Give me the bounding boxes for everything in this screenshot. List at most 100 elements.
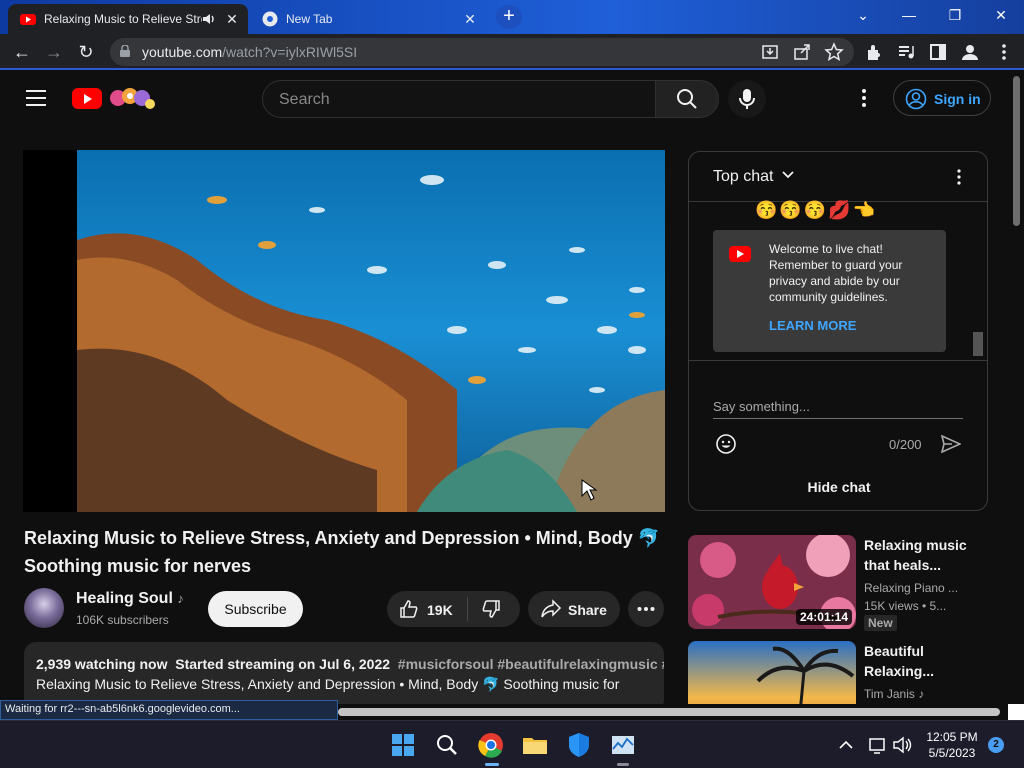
back-button[interactable]: ←	[10, 40, 34, 64]
forward-button[interactable]: →	[42, 40, 66, 64]
new-badge: New	[864, 615, 897, 631]
chat-emoji-message: 😚😚😚💋👈	[755, 200, 878, 220]
scrollbar-thumb[interactable]	[1013, 76, 1020, 226]
restore-button[interactable]: ❐	[932, 0, 978, 32]
close-tab-icon[interactable]: ✕	[224, 11, 240, 28]
search-button[interactable]	[655, 80, 719, 118]
youtube-icon	[729, 246, 751, 262]
tab-youtube[interactable]: Relaxing Music to Relieve Stress ✕	[8, 4, 248, 34]
chrome-icon	[262, 11, 278, 27]
youtube-doodle-logo[interactable]	[108, 84, 158, 112]
new-tab-button[interactable]: +	[496, 5, 522, 29]
video-title: Relaxing Music to Relieve Stress, Anxiet…	[24, 528, 661, 576]
video-player[interactable]	[23, 150, 665, 512]
install-icon[interactable]	[760, 42, 780, 62]
chat-input-area: Say something... 0/200 Hide chat	[689, 360, 987, 510]
show-hidden-icons-icon[interactable]	[836, 731, 856, 759]
chat-header: Top chat	[689, 152, 987, 202]
lock-icon[interactable]	[120, 45, 130, 57]
more-horizontal-icon	[637, 607, 655, 611]
network-icon[interactable]	[868, 731, 888, 759]
page-horizontal-scrollbar[interactable]	[338, 704, 1008, 718]
share-arrow-icon	[541, 599, 562, 618]
extensions-icon[interactable]	[864, 42, 884, 62]
tab-title: Relaxing Music to Relieve Stress	[44, 12, 202, 26]
share-button[interactable]: Share	[528, 591, 620, 627]
char-counter: 0/200	[889, 437, 922, 452]
speaker-icon[interactable]	[202, 12, 216, 26]
hamburger-menu-icon[interactable]	[26, 90, 46, 106]
url-text: youtube.com/watch?v=iylxRIWl5SI	[142, 44, 358, 60]
like-dislike-group: 19K	[387, 591, 520, 627]
related-views: 15K views • 5...	[864, 599, 947, 613]
file-explorer-icon[interactable]	[521, 731, 549, 759]
sign-in-button[interactable]: Sign in	[893, 80, 991, 116]
address-bar[interactable]: youtube.com/watch?v=iylxRIWl5SI	[110, 38, 854, 66]
page-vertical-scrollbar[interactable]	[1010, 70, 1024, 704]
media-control-icon[interactable]	[896, 42, 916, 62]
chrome-taskbar-icon[interactable]	[477, 731, 505, 759]
related-video-title[interactable]: Beautiful Relaxing...	[864, 641, 984, 681]
subscriber-count: 106K subscribers	[76, 613, 169, 627]
notification-badge[interactable]: 2	[988, 737, 1004, 753]
channel-avatar[interactable]	[24, 588, 64, 628]
music-note-icon: ♪	[177, 591, 184, 606]
related-video[interactable]: Beautiful Relaxing... Tim Janis ♪	[688, 641, 988, 704]
scrollbar-thumb[interactable]	[338, 708, 1000, 716]
music-note-icon: ♪	[918, 687, 925, 701]
description-meta: 2,939 watching now Started streaming on …	[36, 656, 664, 672]
hashtags[interactable]: #musicforsoul #beautifulrelaxingmusic #r	[398, 656, 664, 672]
learn-more-link[interactable]: LEARN MORE	[769, 318, 856, 333]
emoji-picker-icon[interactable]	[715, 433, 737, 455]
hide-chat-button[interactable]: Hide chat	[689, 479, 987, 495]
chevron-down-icon[interactable]	[781, 170, 795, 180]
side-panel-icon[interactable]	[928, 42, 948, 62]
tab-new-tab[interactable]: New Tab ✕	[250, 4, 486, 34]
address-toolbar: ← → ↻ youtube.com/watch?v=iylxRIWl5SI	[0, 34, 1024, 70]
video-thumbnail[interactable]	[688, 641, 856, 704]
chat-mode-selector[interactable]: Top chat	[713, 168, 773, 186]
microphone-icon	[739, 89, 755, 109]
browser-status-bar: Waiting for rr2---sn-ab5l6nk6.googlevide…	[0, 700, 338, 720]
bookmark-star-icon[interactable]	[824, 42, 844, 62]
chat-more-icon[interactable]	[955, 168, 963, 186]
profile-icon[interactable]	[960, 42, 980, 62]
scrollbar-corner	[1008, 704, 1024, 720]
account-icon	[905, 88, 927, 110]
open-app-indicator	[617, 763, 629, 766]
related-channel[interactable]: Tim Janis ♪	[864, 687, 924, 701]
volume-icon[interactable]	[892, 731, 914, 759]
voice-search-button[interactable]	[728, 80, 766, 118]
security-shield-icon[interactable]	[565, 731, 593, 759]
send-icon[interactable]	[941, 435, 961, 453]
share-icon[interactable]	[792, 42, 812, 62]
chat-message-input[interactable]: Say something...	[713, 399, 963, 419]
task-manager-icon[interactable]	[609, 731, 637, 759]
subscribe-button[interactable]: Subscribe	[208, 591, 303, 627]
video-thumbnail[interactable]: 24:01:14	[688, 535, 856, 629]
channel-name[interactable]: Healing Soul ♪	[76, 590, 184, 608]
youtube-logo[interactable]	[72, 88, 102, 109]
related-video-title[interactable]: Relaxing music that heals...	[864, 535, 984, 575]
like-button-icon[interactable]	[399, 599, 419, 619]
tab-search-icon[interactable]: ⌄	[840, 0, 886, 32]
close-window-button[interactable]: ✕	[978, 0, 1024, 32]
minimize-button[interactable]: —	[886, 0, 932, 32]
search-input[interactable]: Search	[262, 80, 656, 118]
windows-start-icon[interactable]	[389, 731, 417, 759]
chrome-menu-icon[interactable]	[994, 42, 1014, 62]
youtube-header: Search Sign in	[0, 70, 1010, 126]
like-count[interactable]: 19K	[427, 602, 453, 618]
related-channel[interactable]: Relaxing Piano ...	[864, 581, 958, 595]
thumbnail-image-palm-sunset	[688, 641, 856, 704]
more-actions-button[interactable]	[628, 591, 664, 627]
search-icon[interactable]	[433, 731, 461, 759]
close-tab-icon[interactable]: ✕	[462, 11, 478, 28]
video-frame-coral-reef	[77, 150, 665, 512]
settings-menu-icon[interactable]	[856, 88, 872, 108]
tab-title: New Tab	[286, 12, 333, 26]
chat-scrollbar[interactable]	[973, 332, 983, 356]
system-clock[interactable]: 12:05 PM 5/5/2023	[920, 729, 984, 761]
reload-button[interactable]: ↻	[74, 40, 98, 64]
dislike-button-icon[interactable]	[481, 599, 501, 619]
